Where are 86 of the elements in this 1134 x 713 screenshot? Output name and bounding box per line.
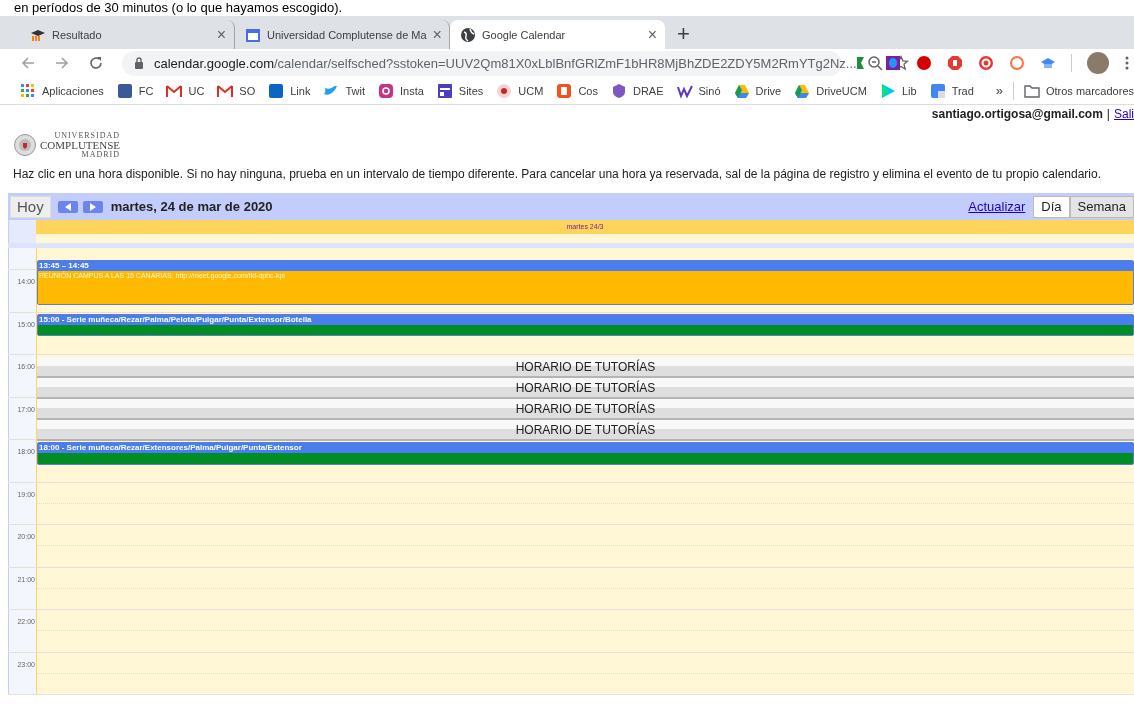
grid-icon [20, 82, 36, 99]
bookmark-folder[interactable]: Otros marcadores [1023, 83, 1134, 98]
square-icon [929, 82, 946, 99]
bookmark-link[interactable]: UC [166, 82, 205, 99]
account-email: santiago.ortigosa@gmail.com [931, 107, 1103, 121]
event-title-bar: 18:00 - Serie muñeca/Rezar/Extensores/Palma/Pulgar/Punta/Extensor [38, 443, 1133, 453]
calendar-date: martes, 24 de mar de 2020 [110, 199, 273, 214]
close-tab-button[interactable]: × [432, 26, 442, 43]
shield-icon [610, 82, 627, 99]
lock-icon [134, 57, 144, 69]
document-text: en períodos de 30 minutos (o lo que hayamos escogido). [14, 0, 343, 16]
bookmark-link[interactable]: Sinó [676, 82, 721, 99]
folder-icon [1023, 83, 1040, 98]
logo-text: UNIVERSIDAD [54, 131, 121, 140]
calendar-icon [245, 26, 261, 43]
available-slot[interactable]: HORARIO DE TUTORÍAS [37, 378, 1134, 399]
square-icon [436, 82, 453, 99]
tab-title: Google Calendar [482, 28, 567, 41]
globe-icon [460, 26, 476, 43]
logo-text: MADRID [81, 150, 121, 159]
envelope-icon [217, 82, 234, 99]
triangle-icon [794, 82, 811, 99]
bookmark-link[interactable]: Sites [436, 82, 484, 99]
triangle-icon [733, 82, 750, 99]
tab-title: Resultado [52, 28, 103, 41]
envelope-icon [166, 82, 183, 99]
cap-icon[interactable] [1040, 55, 1056, 71]
right-triangle-icon [89, 202, 96, 211]
event-block[interactable]: 15:00 - Serie muñeca/Rezar/Palma/Pelota/Pulgar/Punta/Extensor/Botella [37, 314, 1134, 336]
sign-out-link[interactable]: Sali [1114, 107, 1134, 121]
seal-icon [496, 82, 513, 99]
camera-icon [378, 82, 394, 99]
available-slot[interactable]: HORARIO DE TUTORÍAS [37, 357, 1134, 378]
event-block[interactable]: 18:00 - Serie muñeca/Rezar/Extensores/Palma/Pulgar/Punta/Extensor [37, 442, 1134, 465]
bookmark-link[interactable]: Twit [323, 82, 365, 99]
bookmark-link[interactable]: Lib [879, 82, 917, 99]
play-icon [879, 82, 896, 99]
new-tab-button[interactable]: + [677, 23, 690, 45]
square-icon [116, 82, 133, 99]
event-title-bar: 13:45 – 14:45 [38, 261, 1133, 271]
left-triangle-icon [64, 202, 71, 211]
close-tab-button[interactable]: × [647, 26, 657, 43]
stop-icon[interactable] [947, 55, 963, 71]
bookmark-link[interactable]: DriveUCM [794, 82, 867, 99]
event-title-bar: 15:00 - Serie muñeca/Rezar/Palma/Pelota/Pulgar/Punta/Extensor/Botella [38, 315, 1133, 325]
logo-text: COMPLUTENSE [40, 139, 121, 151]
bookmark-link[interactable]: DRAE [610, 82, 664, 99]
bookmark-link[interactable]: Insta [378, 82, 424, 99]
available-slot[interactable]: HORARIO DE TUTORÍAS [37, 399, 1134, 420]
view-tab[interactable]: Día [1033, 195, 1070, 218]
view-tab[interactable]: Semana [1069, 195, 1134, 218]
url-text: calendar.google.com/calendar/selfsched?sstoken=UUV2Qm81X0xLblBnfGRlZmF1bHR8MjBhZDE2ZDY5M2RmYTg2Nz... [154, 55, 857, 71]
back-arrow-icon[interactable] [20, 55, 36, 71]
square-icon [268, 82, 285, 99]
separator: | [1106, 107, 1110, 121]
available-slot[interactable]: HORARIO DE TUTORÍAS [37, 420, 1134, 441]
more-bookmarks-button[interactable]: » [995, 83, 1003, 98]
tab-title: Universidad Complutense de Ma [267, 28, 427, 41]
square-icon [556, 82, 573, 99]
refresh-link[interactable]: Actualizar [968, 199, 1026, 214]
browser-tab[interactable]: Google Calendar × [450, 20, 665, 49]
avatar-icon[interactable] [1087, 52, 1109, 74]
sync-icon[interactable] [978, 55, 994, 71]
zoom-out-icon[interactable] [866, 55, 883, 71]
close-tab-button[interactable]: × [216, 26, 226, 43]
square-icon[interactable] [885, 55, 901, 71]
bookmark-link[interactable]: FC [116, 82, 154, 99]
circle-icon[interactable] [916, 55, 932, 71]
more-icon[interactable] [1124, 55, 1130, 71]
bookmark-link[interactable]: Trad [929, 82, 974, 99]
seal-icon [14, 134, 36, 156]
reload-icon[interactable] [88, 55, 104, 71]
bookmark-link[interactable]: SO [217, 82, 256, 99]
bookmark-link[interactable]: Aplicaciones [20, 82, 104, 99]
today-button[interactable]: Hoy [10, 195, 51, 218]
instructions-text: Haz clic en una hora disponible. Si no hay ninguna, prueba en un intervalo de tiempo diferente. Para cancelar una hora ya reservada, sal de la página de registro y elimina el evento de tu propio calendario. [13, 168, 1103, 181]
bookmark-link[interactable]: Link [268, 82, 311, 99]
bookmark-link[interactable]: Cos [556, 82, 598, 99]
browser-tab[interactable]: Universidad Complutense de Ma × [235, 20, 450, 49]
circle-icon[interactable] [1009, 55, 1025, 71]
bookmark-link[interactable]: Drive [733, 82, 782, 99]
forward-arrow-icon[interactable] [54, 55, 70, 71]
next-button[interactable] [82, 200, 103, 213]
previous-button[interactable] [57, 200, 78, 213]
bookmark-link[interactable]: UCM [496, 82, 544, 99]
browser-tab[interactable]: Resultado × [20, 20, 235, 49]
